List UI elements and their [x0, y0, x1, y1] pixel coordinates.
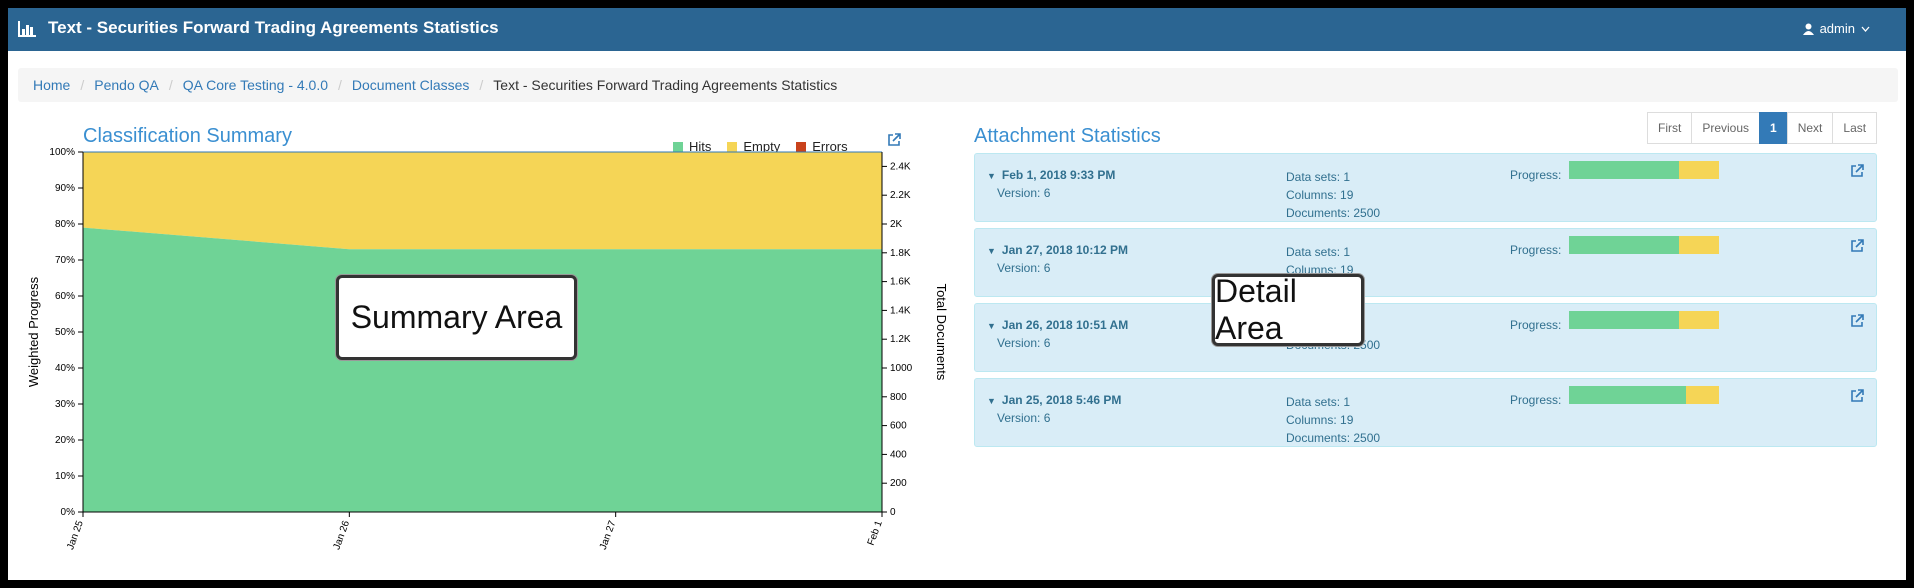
x-tick-label: Jan 25 [65, 519, 86, 551]
progress-fill [1569, 311, 1679, 329]
pager-last[interactable]: Last [1832, 112, 1878, 144]
y2-tick-label: 200 [890, 478, 907, 489]
y2-tick-label: 1.6K [890, 277, 911, 288]
attachment-version: Version: 6 [997, 336, 1051, 350]
user-icon [1802, 23, 1814, 35]
y2-tick-label: 1.4K [890, 305, 911, 316]
attachment-date[interactable]: ▼ Feb 1, 2018 9:33 PM [987, 168, 1115, 182]
columns-count: Columns: 19 [1286, 188, 1354, 202]
columns-count: Columns: 19 [1286, 413, 1354, 427]
progress-bar [1569, 386, 1719, 404]
attachment-list: ▼ Feb 1, 2018 9:33 PM Version: 6 Data set… [974, 153, 1877, 453]
detail-area-callout: Detail Area [1212, 273, 1364, 346]
progress-label: Progress: [1510, 393, 1562, 407]
attachment-card[interactable]: ▼ Jan 25, 2018 5:46 PM Version: 6 Data se… [974, 378, 1877, 447]
y2-tick-label: 800 [890, 392, 907, 403]
pager-page-1[interactable]: 1 [1759, 112, 1788, 144]
caret-down-icon: ▼ [987, 396, 996, 406]
user-name: admin [1819, 21, 1855, 36]
attachment-card[interactable]: ▼ Jan 27, 2018 10:12 PM Version: 6 Data s… [974, 228, 1877, 297]
y2-tick-label: 1000 [890, 363, 913, 374]
attachments-title: Attachment Statistics [974, 125, 1161, 147]
datasets-count: Data sets: 1 [1286, 395, 1351, 409]
x-tick-label: Feb 1 [866, 519, 885, 547]
external-link-icon[interactable] [1850, 164, 1864, 178]
y-tick-label: 90% [55, 183, 75, 194]
progress-fill [1569, 236, 1679, 254]
y-tick-label: 30% [55, 399, 75, 410]
progress-label: Progress: [1510, 318, 1562, 332]
y2-tick-label: 600 [890, 421, 907, 432]
progress-bar [1569, 311, 1719, 329]
attachment-stats: Data sets: 1 Columns: 19 Documents: 2500 [1286, 393, 1380, 447]
progress-label: Progress: [1510, 168, 1562, 182]
attachment-date[interactable]: ▼ Jan 26, 2018 10:51 AM [987, 318, 1128, 332]
attachment-version: Version: 6 [997, 261, 1051, 275]
pager-first[interactable]: First [1647, 112, 1693, 144]
y2-tick-label: 1.8K [890, 248, 911, 259]
datasets-count: Data sets: 1 [1286, 245, 1351, 259]
documents-count: Documents: 2500 [1286, 431, 1381, 445]
y-tick-label: 70% [55, 255, 75, 266]
y-tick-label: 100% [49, 147, 75, 158]
y2-tick-label: 2K [890, 219, 903, 230]
pager-previous[interactable]: Previous [1691, 112, 1761, 144]
summary-area-callout: Summary Area [336, 275, 577, 360]
attachment-date[interactable]: ▼ Jan 25, 2018 5:46 PM [987, 393, 1121, 407]
y-tick-label: 40% [55, 363, 75, 374]
y2-axis-label: Total Documents [934, 284, 949, 381]
attachment-card[interactable]: ▼ Feb 1, 2018 9:33 PM Version: 6 Data set… [974, 153, 1877, 222]
documents-count: Documents: 2500 [1286, 206, 1381, 220]
area-hits [83, 227, 882, 512]
y2-tick-label: 2.4K [890, 161, 911, 172]
attachment-card[interactable]: ▼Jan 26, 2018 10:51 AM Version: 6 Column… [974, 303, 1877, 372]
caret-down-icon: ▼ [987, 321, 996, 331]
y-tick-label: 50% [55, 327, 75, 338]
attachment-version: Version: 6 [997, 411, 1051, 425]
y-tick-label: 60% [55, 291, 75, 302]
x-tick-label: Jan 26 [332, 519, 353, 551]
area-empty [83, 152, 882, 250]
external-link-icon[interactable] [1850, 314, 1864, 328]
y-tick-label: 0% [61, 507, 76, 518]
caret-down-icon: ▼ [987, 246, 996, 256]
y-tick-label: 10% [55, 471, 75, 482]
attachment-date[interactable]: ▼ Jan 27, 2018 10:12 PM [987, 243, 1128, 257]
y-axis-label: Weighted Progress [26, 276, 41, 387]
user-menu[interactable]: admin [1802, 21, 1870, 36]
x-tick-label: Jan 27 [598, 519, 619, 551]
y2-tick-label: 0 [890, 507, 896, 518]
y2-tick-label: 400 [890, 449, 907, 460]
app-window: Text - Securities Forward Trading Agreem… [8, 8, 1906, 580]
attachment-version: Version: 6 [997, 186, 1051, 200]
y2-tick-label: 2.2K [890, 190, 911, 201]
y2-tick-label: 1.2K [890, 334, 911, 345]
external-link-icon[interactable] [1850, 239, 1864, 253]
y-tick-label: 80% [55, 219, 75, 230]
chevron-down-icon [1861, 26, 1870, 32]
caret-down-icon: ▼ [987, 171, 996, 181]
progress-fill [1569, 161, 1679, 179]
pager-next[interactable]: Next [1786, 112, 1834, 144]
progress-bar [1569, 236, 1719, 254]
progress-label: Progress: [1510, 243, 1562, 257]
y-tick-label: 20% [55, 435, 75, 446]
progress-fill [1569, 386, 1686, 404]
datasets-count: Data sets: 1 [1286, 170, 1351, 184]
pagination: First Previous 1 Next Last [1647, 112, 1878, 144]
attachment-stats: Data sets: 1 Columns: 19 Documents: 2500 [1286, 168, 1380, 222]
progress-bar [1569, 161, 1719, 179]
external-link-icon[interactable] [1850, 389, 1864, 403]
